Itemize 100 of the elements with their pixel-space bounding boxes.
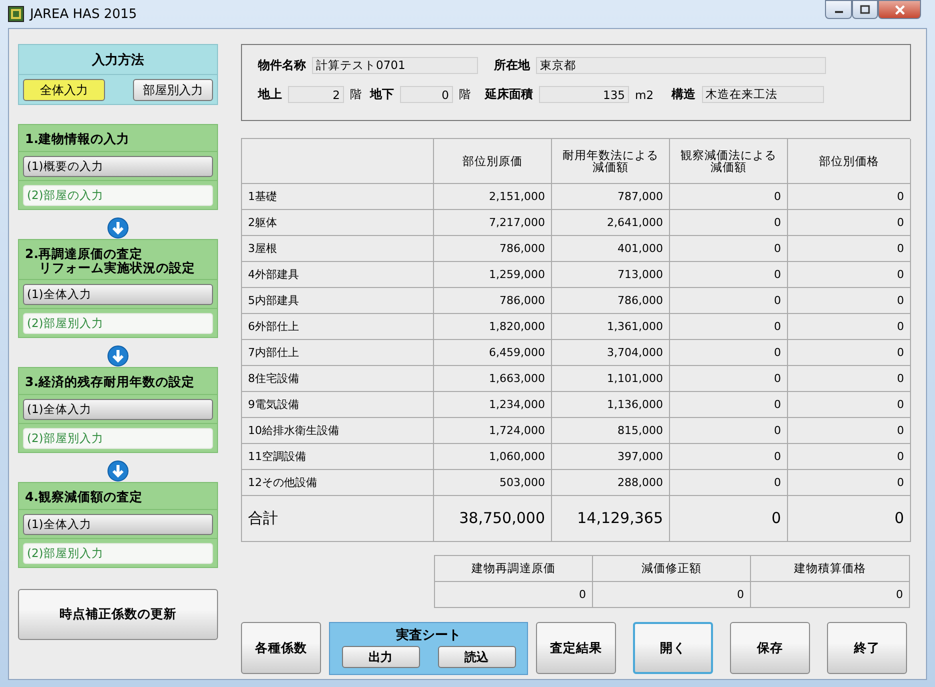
table-cell: 397,000 [552, 444, 670, 470]
action-button[interactable]: 保存 [730, 622, 810, 674]
total-cell: 0 [788, 496, 911, 542]
table-cell: 2躯体 [242, 210, 434, 236]
table-cell: 0 [670, 392, 788, 418]
table-cell: 0 [670, 366, 788, 392]
arrow-down-icon [107, 345, 129, 368]
table-cell: 0 [670, 184, 788, 210]
step-button[interactable]: (1)全体入力 [23, 284, 213, 306]
arrow-down-icon [107, 460, 129, 482]
column-header: 部位別価格 [788, 139, 911, 184]
unit-label: m2 [635, 88, 654, 102]
minimize-button[interactable] [825, 0, 852, 19]
table-cell: 815,000 [552, 418, 670, 444]
action-button[interactable]: 査定結果 [536, 622, 616, 674]
column-header: 建物積算価格 [751, 556, 910, 582]
update-button[interactable]: 時点補正係数の更新 [18, 588, 218, 640]
table-cell: 1,060,000 [434, 444, 552, 470]
table-cell: 0 [435, 582, 593, 608]
sheet-button[interactable]: 出力 [342, 646, 420, 668]
sheet-button[interactable]: 読込 [438, 646, 516, 668]
unit-label: 階 [350, 87, 362, 102]
column-header: 減価修正額 [593, 556, 751, 582]
input-method-button[interactable]: 部屋別入力 [133, 79, 213, 101]
table-cell: 0 [788, 314, 911, 340]
close-button[interactable] [878, 0, 921, 19]
table-cell: 0 [670, 340, 788, 366]
field-label: 地下 [370, 86, 394, 103]
arrow-down-icon [107, 216, 129, 239]
table-cell: 0 [788, 392, 911, 418]
table-cell: 0 [751, 582, 910, 608]
table-cell: 3,704,000 [552, 340, 670, 366]
total-cell: 14,129,365 [552, 496, 670, 542]
table-cell: 11空調設備 [242, 444, 434, 470]
table-cell: 6,459,000 [434, 340, 552, 366]
table-cell: 5内部建具 [242, 288, 434, 314]
input-field[interactable]: 計算テスト0701 [312, 57, 478, 74]
column-header: 部位別原価 [434, 139, 552, 184]
unit-label: 階 [459, 87, 471, 102]
input-field[interactable]: 2 [288, 86, 344, 103]
table-cell: 0 [788, 210, 911, 236]
coefficients-button[interactable]: 各種係数 [241, 622, 321, 674]
table-cell: 6外部仕上 [242, 314, 434, 340]
maximize-icon [860, 5, 870, 14]
field-label: 所在地 [494, 57, 530, 74]
table-cell: 1,724,000 [434, 418, 552, 444]
action-button[interactable]: 終了 [827, 622, 907, 674]
table-cell: 0 [670, 314, 788, 340]
total-cell: 38,750,000 [434, 496, 552, 542]
total-cell: 0 [670, 496, 788, 542]
input-field[interactable]: 135 [539, 86, 629, 103]
table-cell: 0 [788, 262, 911, 288]
table-cell: 0 [788, 288, 911, 314]
table-cell: 1,820,000 [434, 314, 552, 340]
input-field[interactable]: 木造在来工法 [702, 86, 824, 103]
column-header: 建物再調達原価 [435, 556, 593, 582]
input-field[interactable]: 東京都 [536, 57, 826, 74]
table-cell: 0 [670, 470, 788, 496]
table-cell: 10給排水衛生設備 [242, 418, 434, 444]
step-button[interactable]: (1)概要の入力 [23, 156, 213, 177]
step-title: 1.建物情報の入力 [25, 132, 130, 146]
table-cell: 3屋根 [242, 236, 434, 262]
step-button[interactable]: (1)全体入力 [23, 514, 213, 535]
table-cell: 4外部建具 [242, 262, 434, 288]
input-field[interactable]: 0 [400, 86, 453, 103]
table-cell: 2,151,000 [434, 184, 552, 210]
step-button[interactable]: (1)全体入力 [23, 399, 213, 420]
table-cell: 12その他設備 [242, 470, 434, 496]
table-cell: 786,000 [434, 288, 552, 314]
maximize-button[interactable] [852, 0, 878, 19]
step-title: 4.観察減価額の査定 [25, 490, 144, 504]
input-method-button[interactable]: 全体入力 [23, 79, 105, 101]
table-cell: 7内部仕上 [242, 340, 434, 366]
table-cell: 0 [670, 288, 788, 314]
table-cell: 1,234,000 [434, 392, 552, 418]
table-cell: 0 [788, 418, 911, 444]
table-cell: 787,000 [552, 184, 670, 210]
table-cell: 0 [670, 210, 788, 236]
table-cell: 0 [788, 470, 911, 496]
table-cell: 401,000 [552, 236, 670, 262]
table-cell: 503,000 [434, 470, 552, 496]
field-label: 延床面積 [485, 86, 533, 103]
app-icon [8, 6, 24, 22]
table-cell: 1,361,000 [552, 314, 670, 340]
panel-title: 入力方法 [19, 45, 217, 75]
field-label: 構造 [672, 86, 696, 103]
table-cell: 1,101,000 [552, 366, 670, 392]
field-label: 地上 [258, 86, 282, 103]
table-cell: 7,217,000 [434, 210, 552, 236]
table-cell: 1,259,000 [434, 262, 552, 288]
step-title: 2.再調達原価の査定 [25, 246, 144, 260]
action-button[interactable]: 開く [633, 622, 713, 674]
table-cell: 8住宅設備 [242, 366, 434, 392]
table-cell: 0 [670, 262, 788, 288]
table-cell: 0 [788, 184, 911, 210]
total-cell: 合計 [242, 496, 434, 542]
table-cell: 0 [788, 366, 911, 392]
table-cell: 0 [670, 444, 788, 470]
close-icon [894, 4, 906, 14]
table-cell: 0 [670, 236, 788, 262]
